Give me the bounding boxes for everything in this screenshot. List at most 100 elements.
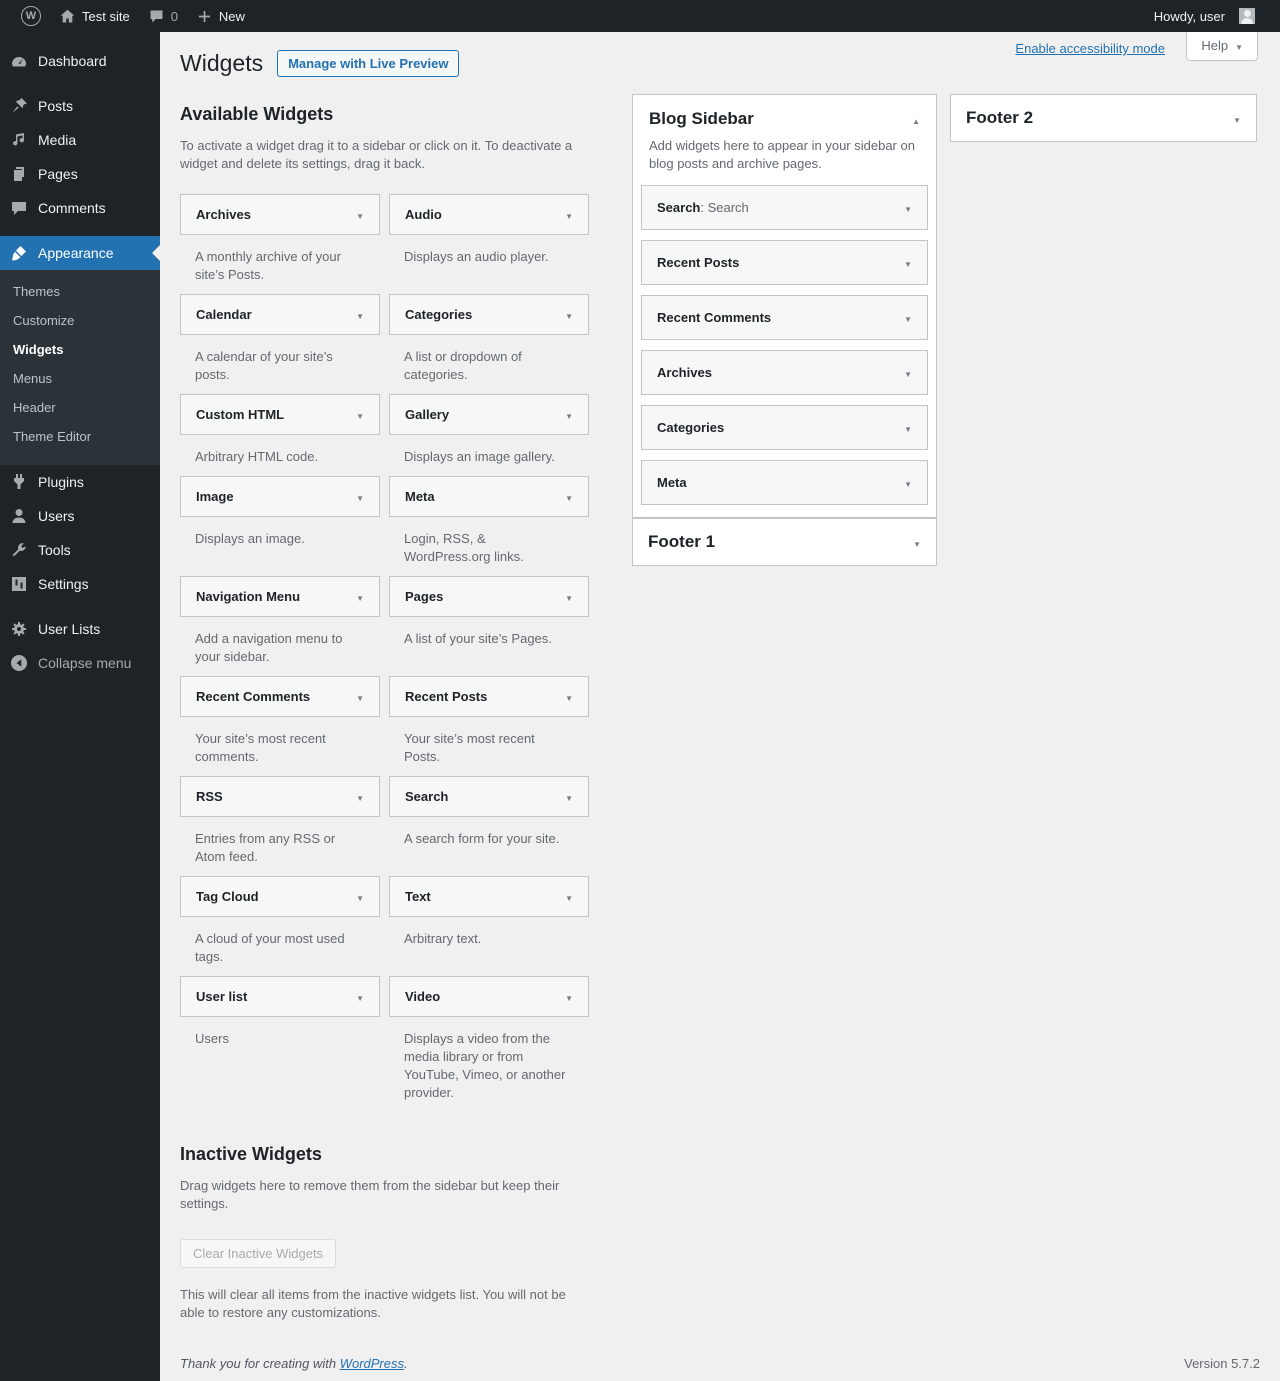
widget-title: Pages	[405, 589, 444, 604]
widget-card[interactable]: Search	[389, 776, 589, 817]
available-widget-recent-posts: Recent Posts Your site’s most recent Pos…	[389, 676, 589, 766]
sidebar-item-pages[interactable]: Pages	[0, 157, 160, 191]
sidebar-item-label: Appearance	[38, 245, 114, 261]
widget-description: Arbitrary text.	[404, 931, 482, 946]
widget-card[interactable]: Recent Posts	[389, 676, 589, 717]
sidebar-item-user-lists[interactable]: User Lists	[0, 612, 160, 646]
help-button[interactable]: Help	[1186, 32, 1258, 61]
widget-title: Recent Comments	[657, 310, 772, 325]
submenu-item-widgets[interactable]: Widgets	[0, 335, 160, 364]
sidebar-item-settings[interactable]: Settings	[0, 567, 160, 601]
chevron-down-icon[interactable]	[565, 789, 573, 804]
clear-inactive-widgets-button[interactable]: Clear Inactive Widgets	[180, 1239, 337, 1268]
available-widget-rss: RSS Entries from any RSS or Atom feed.	[180, 776, 380, 866]
widget-card[interactable]: Categories	[389, 294, 589, 335]
sidebar-item-dashboard[interactable]: Dashboard	[0, 44, 160, 78]
widget-card[interactable]: Recent Comments	[180, 676, 380, 717]
chevron-down-icon[interactable]	[565, 989, 573, 1004]
chevron-down-icon[interactable]	[565, 889, 573, 904]
chevron-down-icon[interactable]	[356, 989, 364, 1004]
chevron-down-icon[interactable]	[565, 207, 573, 222]
comments-admin-link[interactable]: 0	[139, 0, 187, 32]
footer-2-toggle[interactable]: Footer 2	[951, 95, 1256, 141]
widget-title-suffix: : Search	[700, 200, 749, 215]
chevron-down-icon[interactable]	[904, 420, 912, 435]
available-widget-meta: Meta Login, RSS, & WordPress.org links.	[389, 476, 589, 566]
widget-card[interactable]: Custom HTML	[180, 394, 380, 435]
site-name-link[interactable]: Test site	[50, 0, 139, 32]
widget-card[interactable]: User list	[180, 976, 380, 1017]
submenu-item-themes[interactable]: Themes	[0, 277, 160, 306]
widget-card[interactable]: Tag Cloud	[180, 876, 380, 917]
chevron-down-icon[interactable]	[356, 689, 364, 704]
wordpress-link[interactable]: WordPress	[340, 1356, 404, 1371]
sidebar-item-label: Tools	[38, 542, 71, 558]
sidebar-item-appearance[interactable]: Appearance	[0, 236, 160, 270]
sidebar-widget-search[interactable]: Search: Search	[641, 185, 928, 230]
chevron-down-icon[interactable]	[913, 535, 921, 550]
inactive-widgets-note: This will clear all items from the inact…	[180, 1287, 566, 1320]
new-content-menu[interactable]: New	[187, 0, 254, 32]
available-widget-gallery: Gallery Displays an image gallery.	[389, 394, 589, 466]
widget-card[interactable]: Video	[389, 976, 589, 1017]
wp-logo-menu[interactable]	[12, 0, 50, 32]
chevron-down-icon[interactable]	[356, 407, 364, 422]
submenu-item-header[interactable]: Header	[0, 393, 160, 422]
chevron-down-icon[interactable]	[565, 489, 573, 504]
available-widgets-grid: Archives A monthly archive of your site’…	[180, 194, 589, 1102]
available-widget-custom-html: Custom HTML Arbitrary HTML code.	[180, 394, 380, 466]
sidebar-item-tools[interactable]: Tools	[0, 533, 160, 567]
widget-card[interactable]: Image	[180, 476, 380, 517]
chevron-down-icon[interactable]	[904, 475, 912, 490]
widget-card[interactable]: Calendar	[180, 294, 380, 335]
content-footer: Thank you for creating with WordPress. V…	[180, 1356, 1260, 1371]
sidebar-widget-meta[interactable]: Meta	[641, 460, 928, 505]
footer-1-toggle[interactable]: Footer 1	[633, 519, 936, 565]
widget-card[interactable]: Audio	[389, 194, 589, 235]
chevron-down-icon[interactable]	[904, 200, 912, 215]
sidebar-item-media[interactable]: Media	[0, 123, 160, 157]
widget-card[interactable]: Text	[389, 876, 589, 917]
chevron-down-icon[interactable]	[356, 589, 364, 604]
my-account-menu[interactable]: Howdy, user	[1145, 0, 1264, 32]
enable-accessibility-link[interactable]: Enable accessibility mode	[1015, 41, 1165, 56]
chevron-down-icon[interactable]	[356, 207, 364, 222]
chevron-down-icon[interactable]	[356, 307, 364, 322]
widget-card[interactable]: RSS	[180, 776, 380, 817]
chevron-down-icon[interactable]	[904, 310, 912, 325]
widget-description: Users	[195, 1031, 229, 1046]
sidebar-item-posts[interactable]: Posts	[0, 89, 160, 123]
chevron-down-icon[interactable]	[1233, 111, 1241, 126]
admin-bar: Test site 0 New Howdy, user	[0, 0, 1280, 32]
widget-title: Calendar	[196, 307, 252, 322]
chevron-down-icon[interactable]	[904, 365, 912, 380]
sidebar-widget-recent-posts[interactable]: Recent Posts	[641, 240, 928, 285]
blog-sidebar-toggle[interactable]: Blog Sidebar	[633, 95, 936, 129]
chevron-down-icon[interactable]	[565, 307, 573, 322]
sidebar-widget-archives[interactable]: Archives	[641, 350, 928, 395]
chevron-down-icon[interactable]	[356, 489, 364, 504]
chevron-down-icon[interactable]	[904, 255, 912, 270]
submenu-item-customize[interactable]: Customize	[0, 306, 160, 335]
sidebar-item-comments[interactable]: Comments	[0, 191, 160, 225]
chevron-down-icon[interactable]	[565, 689, 573, 704]
submenu-item-theme-editor[interactable]: Theme Editor	[0, 422, 160, 451]
widget-card[interactable]: Meta	[389, 476, 589, 517]
user-icon	[9, 506, 29, 526]
widget-card[interactable]: Gallery	[389, 394, 589, 435]
chevron-down-icon[interactable]	[565, 589, 573, 604]
sidebar-widget-recent-comments[interactable]: Recent Comments	[641, 295, 928, 340]
collapse-menu-button[interactable]: Collapse menu	[0, 646, 160, 680]
submenu-item-menus[interactable]: Menus	[0, 364, 160, 393]
widget-card[interactable]: Archives	[180, 194, 380, 235]
chevron-down-icon[interactable]	[356, 889, 364, 904]
chevron-down-icon[interactable]	[565, 407, 573, 422]
widget-card[interactable]: Navigation Menu	[180, 576, 380, 617]
manage-live-preview-button[interactable]: Manage with Live Preview	[277, 49, 460, 77]
widget-card[interactable]: Pages	[389, 576, 589, 617]
sidebar-widget-categories[interactable]: Categories	[641, 405, 928, 450]
sidebar-item-users[interactable]: Users	[0, 499, 160, 533]
chevron-down-icon[interactable]	[356, 789, 364, 804]
chevron-up-icon[interactable]	[912, 112, 920, 127]
sidebar-item-plugins[interactable]: Plugins	[0, 465, 160, 499]
